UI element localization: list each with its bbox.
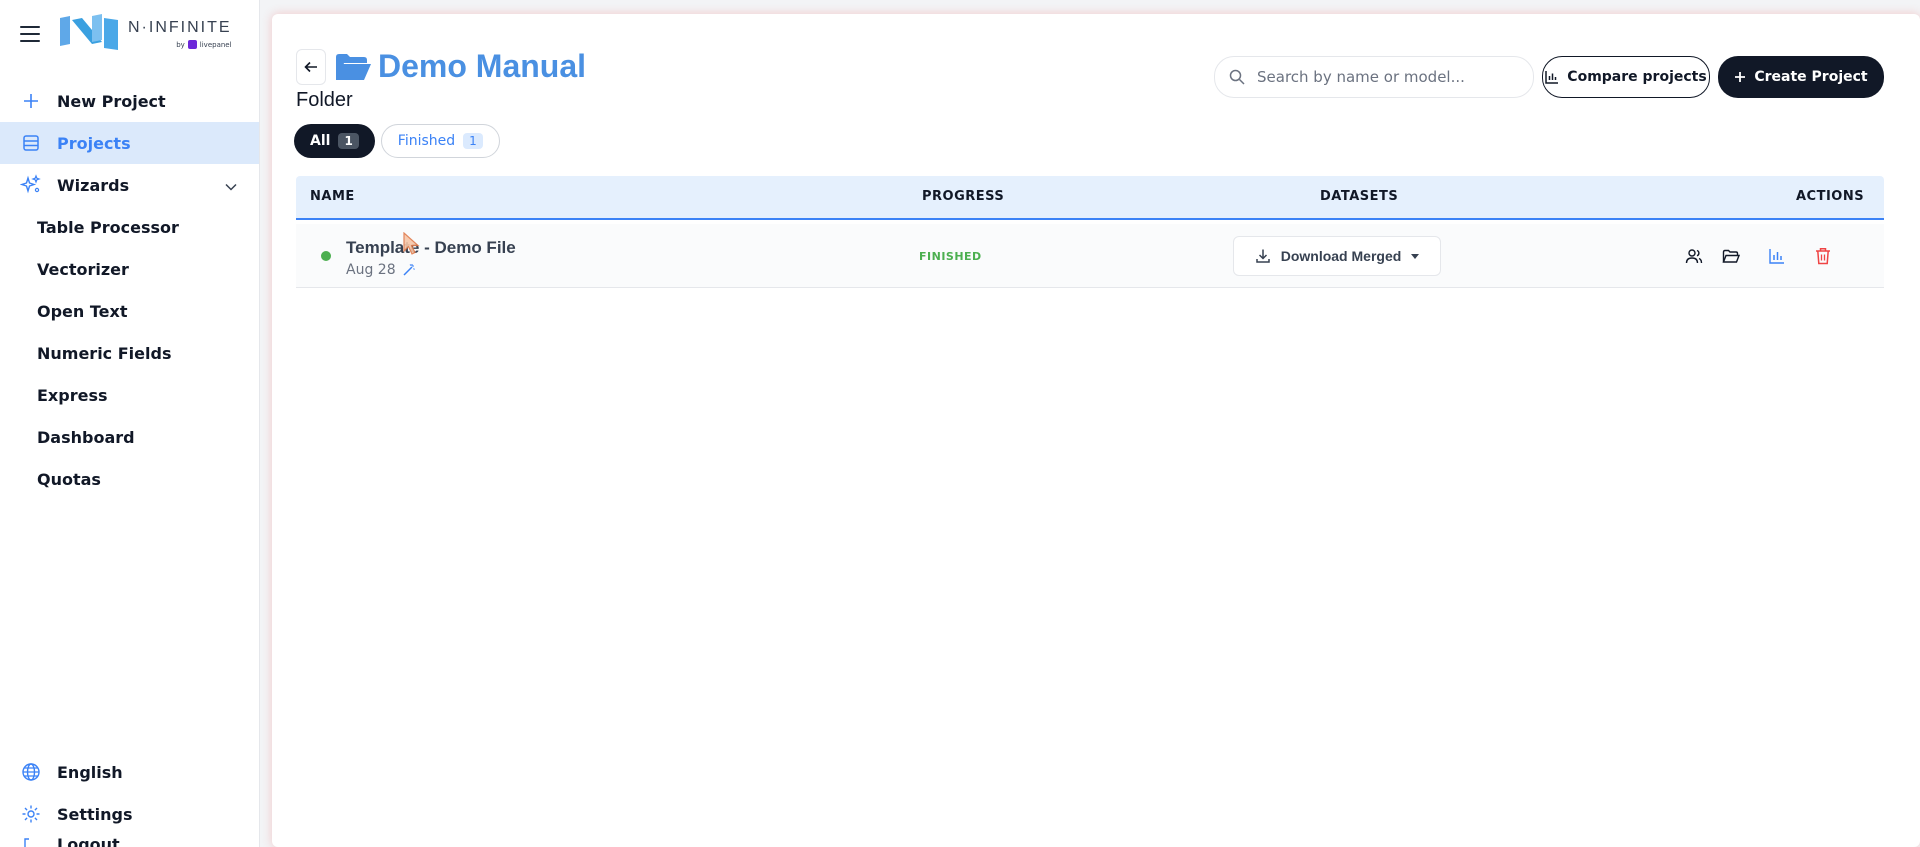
download-icon bbox=[1255, 249, 1270, 263]
compare-projects-button[interactable]: Compare projects bbox=[1542, 56, 1710, 98]
mouse-cursor-icon bbox=[403, 232, 420, 255]
page-subtitle: Folder bbox=[296, 89, 353, 111]
tab-finished[interactable]: Finished 1 bbox=[380, 124, 500, 158]
page-title: Demo Manual bbox=[378, 48, 587, 84]
logo-name: N·INFINITE bbox=[128, 19, 232, 36]
sidebar-item-label: New Project bbox=[57, 91, 166, 111]
sidebar-subitem-vectorizer[interactable]: Vectorizer bbox=[0, 248, 259, 290]
plus-icon bbox=[1735, 72, 1746, 82]
create-project-button[interactable]: Create Project bbox=[1718, 56, 1884, 98]
logout-icon bbox=[20, 835, 42, 847]
column-header-datasets[interactable]: DATASETS bbox=[1320, 189, 1398, 204]
sidebar-subitem-open-text[interactable]: Open Text bbox=[0, 290, 259, 332]
back-button[interactable] bbox=[296, 48, 326, 85]
table-header: NAME PROGRESS DATASETS ACTIONS bbox=[296, 176, 1884, 220]
livepanel-logo-icon bbox=[187, 40, 197, 49]
sidebar-item-projects[interactable]: Projects bbox=[0, 122, 259, 164]
project-name-link[interactable]: Template - Demo File bbox=[346, 238, 516, 258]
sidebar-item-settings[interactable]: Settings bbox=[0, 793, 259, 835]
projects-table: NAME PROGRESS DATASETS ACTIONS Template … bbox=[296, 176, 1884, 288]
column-header-actions: ACTIONS bbox=[1796, 189, 1865, 204]
logo-byline: by livepanel bbox=[176, 40, 232, 49]
sidebar-item-label: Logout bbox=[57, 835, 120, 847]
download-merged-dropdown[interactable]: Download Merged bbox=[1233, 236, 1441, 276]
tab-label: Finished bbox=[397, 133, 456, 149]
tab-all[interactable]: All 1 bbox=[294, 124, 375, 158]
sidebar: N·INFINITE by livepanel New Project Proj… bbox=[0, 0, 260, 847]
column-header-name[interactable]: NAME bbox=[310, 189, 355, 204]
analytics-chart-icon[interactable] bbox=[1765, 244, 1789, 268]
download-merged-label: Download Merged bbox=[1280, 248, 1402, 264]
sidebar-item-logout[interactable]: Logout bbox=[0, 835, 259, 847]
main-content: Demo Manual Folder Compare projects Crea… bbox=[272, 14, 1920, 847]
sparkles-icon bbox=[20, 174, 42, 196]
sidebar-subitem-dashboard[interactable]: Dashboard bbox=[0, 416, 259, 458]
gear-icon bbox=[20, 803, 42, 825]
sidebar-nav: New Project Projects Wizards Table Proce… bbox=[0, 80, 259, 500]
status-dot bbox=[321, 251, 331, 261]
project-date-text: Aug 28 bbox=[346, 262, 396, 278]
sidebar-header: N·INFINITE by livepanel bbox=[0, 0, 259, 68]
tab-label: All bbox=[310, 133, 331, 149]
share-users-icon[interactable] bbox=[1682, 244, 1706, 268]
sidebar-item-label: Projects bbox=[57, 133, 131, 153]
column-header-progress[interactable]: PROGRESS bbox=[922, 189, 1004, 204]
status-badge: FINISHED bbox=[919, 250, 982, 263]
project-date: Aug 28 bbox=[346, 262, 416, 278]
sidebar-subitem-numeric-fields[interactable]: Numeric Fields bbox=[0, 332, 259, 374]
plus-icon bbox=[20, 90, 42, 112]
sidebar-item-label: Wizards bbox=[57, 175, 130, 195]
table-row[interactable]: Template - Demo File Aug 28 FINISHED Dow… bbox=[296, 224, 1884, 288]
search-icon bbox=[1229, 69, 1245, 85]
sidebar-item-new-project[interactable]: New Project bbox=[0, 80, 259, 122]
sidebar-subitem-table-processor[interactable]: Table Processor bbox=[0, 206, 259, 248]
sidebar-footer: English Settings Logout bbox=[0, 751, 259, 847]
chevron-down-icon[interactable] bbox=[225, 176, 237, 195]
bar-chart-icon bbox=[1545, 71, 1559, 84]
page-header: Demo Manual Folder bbox=[296, 48, 586, 112]
trash-icon[interactable] bbox=[1811, 244, 1835, 268]
sidebar-subitem-express[interactable]: Express bbox=[0, 374, 259, 416]
folder-move-icon[interactable] bbox=[1719, 244, 1743, 268]
logo-mark-icon bbox=[60, 14, 118, 50]
sidebar-subitem-quotas[interactable]: Quotas bbox=[0, 458, 259, 500]
caret-down-icon bbox=[1411, 253, 1420, 259]
list-icon bbox=[20, 132, 42, 154]
filter-tabs: All 1 Finished 1 bbox=[294, 124, 500, 158]
compare-projects-label: Compare projects bbox=[1567, 69, 1707, 85]
hamburger-menu-icon[interactable] bbox=[20, 26, 40, 42]
search-input[interactable] bbox=[1257, 68, 1507, 86]
search-box[interactable] bbox=[1214, 56, 1534, 98]
sidebar-item-language[interactable]: English bbox=[0, 751, 259, 793]
create-project-label: Create Project bbox=[1754, 69, 1868, 85]
magic-wand-icon bbox=[403, 264, 415, 276]
tab-count-badge: 1 bbox=[338, 133, 359, 149]
sidebar-item-wizards[interactable]: Wizards bbox=[0, 164, 259, 206]
logo[interactable]: N·INFINITE by livepanel bbox=[58, 14, 232, 54]
sidebar-item-label: Settings bbox=[57, 804, 133, 824]
logo-by-brand: livepanel bbox=[199, 40, 232, 49]
tab-count-badge: 1 bbox=[463, 133, 483, 149]
arrow-left-icon bbox=[304, 61, 317, 72]
sidebar-item-label: English bbox=[57, 762, 123, 782]
folder-open-icon bbox=[336, 53, 371, 80]
globe-icon bbox=[20, 761, 42, 783]
logo-by-text: by bbox=[176, 40, 185, 49]
